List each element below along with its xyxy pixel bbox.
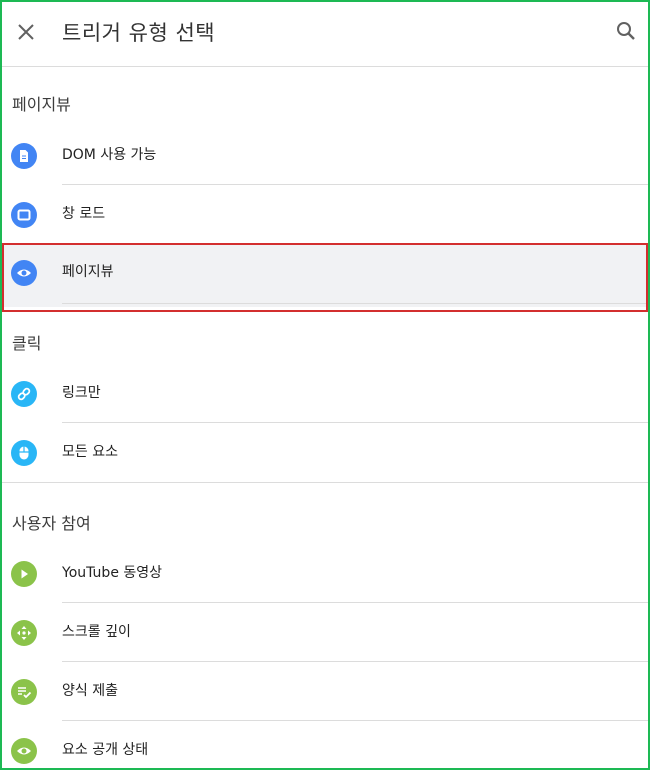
panel-header: 트리거 유형 선택 [2,2,648,67]
trigger-item-label: YouTube 동영상 [62,565,163,581]
trigger-item-label: 링크만 [62,385,101,401]
window-icon [11,202,37,228]
trigger-item-label: 스크롤 깊이 [62,624,131,640]
document-icon [11,143,37,169]
trigger-item-youtube-video[interactable]: YouTube 동영상 [2,544,648,602]
divider [62,303,648,304]
trigger-type-panel: 트리거 유형 선택 페이지뷰 DOM 사용 가능 창 로드 페이지뷰 클릭 링크… [0,0,650,770]
play-icon [11,561,37,587]
trigger-item-element-visibility[interactable]: 요소 공개 상태 [2,721,648,768]
trigger-item-label: 요소 공개 상태 [62,742,149,758]
scroll-arrows-icon [11,620,37,646]
trigger-item-all-elements[interactable]: 모든 요소 [2,423,648,481]
link-icon [11,381,37,407]
trigger-item-label: 양식 제출 [62,683,118,699]
trigger-item-window-loaded[interactable]: 창 로드 [2,185,648,243]
trigger-item-dom-ready[interactable]: DOM 사용 가능 [2,126,648,184]
mouse-icon [11,440,37,466]
trigger-item-label: DOM 사용 가능 [62,147,157,163]
trigger-item-page-view[interactable]: 페이지뷰 [2,244,648,307]
close-icon[interactable] [14,20,38,44]
trigger-item-scroll-depth[interactable]: 스크롤 깊이 [2,603,648,661]
eye-icon [11,260,37,286]
panel-title: 트리거 유형 선택 [62,21,216,45]
section-divider [2,482,648,483]
trigger-item-label: 페이지뷰 [62,264,114,280]
trigger-item-label: 모든 요소 [62,444,118,460]
trigger-item-form-submission[interactable]: 양식 제출 [2,662,648,720]
trigger-item-just-links[interactable]: 링크만 [2,364,648,422]
trigger-item-label: 창 로드 [62,206,106,222]
eye-icon [11,738,37,764]
section-title-pageview: 페이지뷰 [12,95,71,114]
section-title-click: 클릭 [12,334,42,353]
form-check-icon [11,679,37,705]
section-title-user-engagement: 사용자 참여 [12,514,91,533]
search-icon[interactable] [614,19,638,43]
